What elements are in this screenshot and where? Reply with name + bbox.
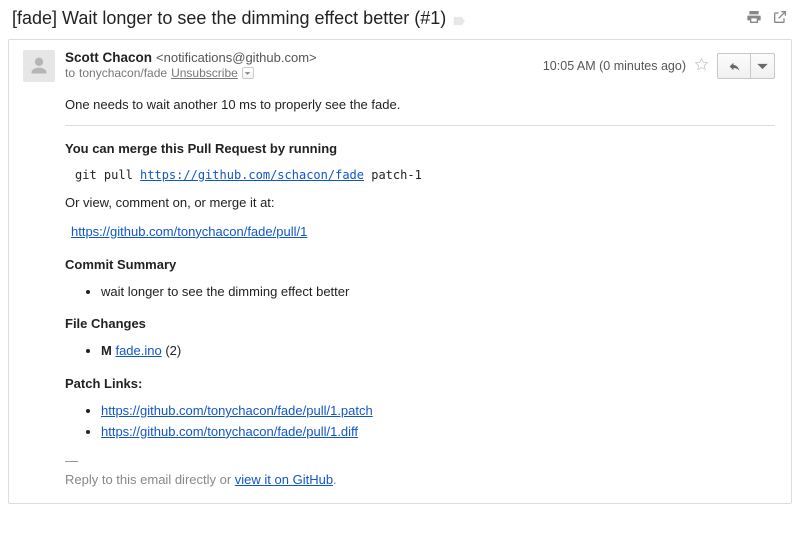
sender-block: Scott Chacon <notifications@github.com> … — [65, 50, 533, 82]
unsubscribe-link[interactable]: Unsubscribe — [171, 66, 238, 80]
git-command: git pull https://github.com/schacon/fade… — [75, 167, 775, 184]
pull-request-link[interactable]: https://github.com/tonychacon/fade/pull/… — [71, 224, 307, 239]
sig-period: . — [333, 472, 337, 487]
print-icon[interactable] — [746, 9, 762, 28]
sender-line2: to tonychacon/fade Unsubscribe — [65, 66, 533, 80]
file-change-link[interactable]: fade.ino — [115, 343, 161, 358]
file-changes-list: M fade.ino (2) — [65, 342, 775, 361]
avatar — [23, 50, 55, 82]
message-body: One needs to wait another 10 ms to prope… — [65, 96, 775, 489]
commit-summary-list: wait longer to see the dimming effect be… — [65, 283, 775, 302]
sig-text: Reply to this email directly or — [65, 472, 235, 487]
git-suffix: patch-1 — [364, 168, 422, 182]
more-actions-button[interactable] — [751, 53, 775, 79]
label-icon[interactable] — [452, 12, 466, 26]
email-subject: [fade] Wait longer to see the dimming ef… — [12, 8, 446, 29]
message-header: Scott Chacon <notifications@github.com> … — [23, 50, 775, 82]
star-icon[interactable] — [694, 57, 709, 75]
merge-heading: You can merge this Pull Request by runni… — [65, 140, 775, 159]
file-change-flag: M — [101, 343, 112, 358]
diff-link[interactable]: https://github.com/tonychacon/fade/pull/… — [101, 424, 358, 439]
details-dropdown[interactable] — [242, 67, 254, 79]
divider — [65, 125, 775, 126]
file-change-count: (2) — [162, 343, 182, 358]
view-on-github-link[interactable]: view it on GitHub — [235, 472, 333, 487]
commit-summary-item: wait longer to see the dimming effect be… — [101, 283, 775, 302]
timestamp: 10:05 AM (0 minutes ago) — [543, 59, 686, 73]
intro-text: One needs to wait another 10 ms to prope… — [65, 96, 775, 115]
git-prefix: git pull — [75, 168, 140, 182]
message-card: Scott Chacon <notifications@github.com> … — [8, 39, 792, 504]
subject-wrap: [fade] Wait longer to see the dimming ef… — [12, 8, 746, 29]
patch-link[interactable]: https://github.com/tonychacon/fade/pull/… — [101, 403, 373, 418]
reply-button[interactable] — [717, 53, 751, 79]
commit-summary-heading: Commit Summary — [65, 256, 775, 275]
patch-links-heading: Patch Links: — [65, 375, 775, 394]
patch-links-list: https://github.com/tonychacon/fade/pull/… — [65, 402, 775, 442]
or-view-text: Or view, comment on, or merge it at: — [65, 194, 775, 213]
reply-button-group — [717, 53, 775, 79]
sender-name: Scott Chacon — [65, 50, 152, 65]
email-signature: — Reply to this email directly or view i… — [65, 452, 775, 490]
git-repo-link[interactable]: https://github.com/schacon/fade — [140, 168, 364, 182]
header-actions — [746, 9, 788, 28]
new-window-icon[interactable] — [772, 9, 788, 28]
file-changes-heading: File Changes — [65, 315, 775, 334]
sender-line1: Scott Chacon <notifications@github.com> — [65, 50, 533, 65]
subject-bar: [fade] Wait longer to see the dimming ef… — [0, 0, 800, 35]
to-recipient: tonychacon/fade — [79, 66, 167, 80]
to-prefix: to — [65, 66, 75, 80]
sender-address: <notifications@github.com> — [156, 50, 317, 65]
sig-dash: — — [65, 452, 775, 471]
file-change-item: M fade.ino (2) — [101, 342, 775, 361]
message-meta: 10:05 AM (0 minutes ago) — [543, 50, 775, 82]
